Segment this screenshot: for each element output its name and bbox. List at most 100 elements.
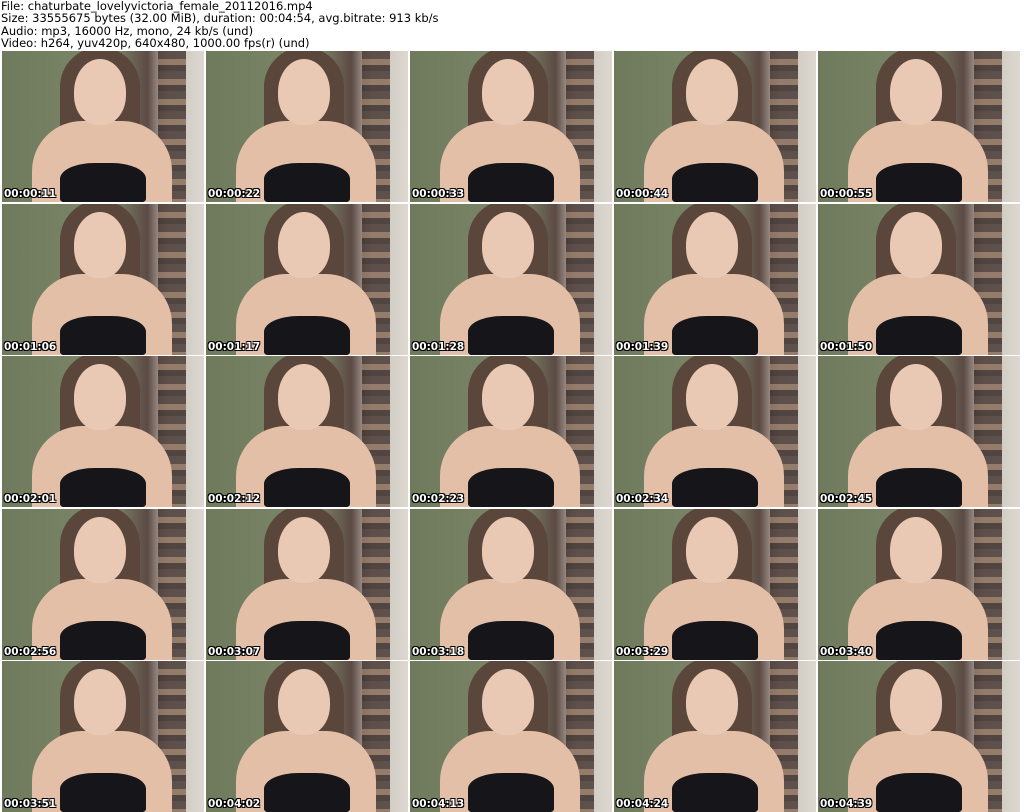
clothing [468,315,554,355]
thumbnail-grid: 00:00:11 00:00:22 00:00:33 00:00:44 00:00:55… [2,51,1020,812]
frame-timestamp: 00:00:22 [208,188,261,200]
frame-timestamp: 00:04:13 [412,798,465,810]
clothing [264,468,350,507]
frame-timestamp: 00:03:51 [4,798,57,810]
face [686,669,738,735]
video-frame-thumbnail: 00:00:44 [614,51,816,202]
clothing [468,773,554,812]
video-frame-thumbnail: 00:04:13 [410,661,612,812]
frame-timestamp: 00:01:17 [208,340,261,353]
video-frame-thumbnail: 00:03:51 [2,661,204,812]
video-frame-thumbnail: 00:02:45 [818,356,1020,507]
video-frame-thumbnail: 00:01:28 [410,203,612,355]
face [74,364,126,430]
clothing [264,315,350,355]
video-frame-thumbnail: 00:02:01 [2,356,204,507]
face [74,516,126,583]
face [278,211,330,278]
clothing [876,620,962,660]
face [686,59,738,125]
clothing [60,468,146,507]
face [74,59,126,125]
video-frame-thumbnail: 00:01:17 [206,203,408,355]
video-frame-thumbnail: 00:03:18 [410,508,612,660]
clothing [672,620,758,660]
frame-timestamp: 00:01:50 [820,340,873,353]
frame-timestamp: 00:00:11 [4,188,57,200]
clothing [876,163,962,202]
video-frame-thumbnail: 00:04:39 [818,661,1020,812]
face [686,211,738,278]
video-frame-thumbnail: 00:00:22 [206,51,408,202]
face [686,516,738,583]
frame-timestamp: 00:00:33 [412,188,465,200]
video-frame-thumbnail: 00:03:29 [614,508,816,660]
clothing [672,773,758,812]
video-frame-thumbnail: 00:03:40 [818,508,1020,660]
frame-timestamp: 00:03:29 [616,645,669,658]
clothing [468,620,554,660]
frame-timestamp: 00:02:56 [4,645,57,658]
face [482,669,534,735]
face [278,364,330,430]
clothing [672,468,758,507]
clothing [468,468,554,507]
face [890,211,942,278]
frame-timestamp: 00:00:55 [820,188,873,200]
frame-timestamp: 00:03:40 [820,645,873,658]
face [890,669,942,735]
video-frame-thumbnail: 00:01:39 [614,203,816,355]
face [482,59,534,125]
frame-timestamp: 00:04:39 [820,798,873,810]
frame-timestamp: 00:02:34 [616,493,669,505]
clothing [264,163,350,202]
frame-timestamp: 00:03:18 [412,645,465,658]
video-frame-thumbnail: 00:04:02 [206,661,408,812]
video-frame-thumbnail: 00:01:50 [818,203,1020,355]
clothing [60,315,146,355]
video-frame-thumbnail: 00:02:34 [614,356,816,507]
face [890,364,942,430]
face [890,59,942,125]
face [74,211,126,278]
clothing [876,773,962,812]
video-frame-thumbnail: 00:00:11 [2,51,204,202]
video-frame-thumbnail: 00:01:06 [2,203,204,355]
video-frame-thumbnail: 00:02:23 [410,356,612,507]
face [74,669,126,735]
face [278,669,330,735]
file-info: File: chaturbate_lovelyvictoria_female_2… [1,0,439,49]
video-frame-thumbnail: 00:02:56 [2,508,204,660]
frame-timestamp: 00:02:45 [820,493,873,505]
clothing [672,315,758,355]
face [278,516,330,583]
clothing [876,315,962,355]
clothing [60,773,146,812]
clothing [468,163,554,202]
clothing [60,620,146,660]
frame-timestamp: 00:01:28 [412,340,465,353]
face [482,211,534,278]
frame-timestamp: 00:01:39 [616,340,669,353]
video-frame-thumbnail: 00:04:24 [614,661,816,812]
clothing [672,163,758,202]
video-frame-thumbnail: 00:00:33 [410,51,612,202]
frame-timestamp: 00:02:12 [208,493,261,505]
face [686,364,738,430]
frame-timestamp: 00:00:44 [616,188,669,200]
face [482,516,534,583]
face [890,516,942,583]
video-frame-thumbnail: 00:00:55 [818,51,1020,202]
clothing [264,773,350,812]
clothing [264,620,350,660]
video-frame-thumbnail: 00:03:07 [206,508,408,660]
frame-timestamp: 00:02:23 [412,493,465,505]
frame-timestamp: 00:02:01 [4,493,57,505]
video-frame-thumbnail: 00:02:12 [206,356,408,507]
clothing [876,468,962,507]
face [482,364,534,430]
frame-timestamp: 00:04:02 [208,798,261,810]
frame-timestamp: 00:04:24 [616,798,669,810]
video-info: Video: h264, yuv420p, 640x480, 1000.00 f… [1,35,310,50]
frame-timestamp: 00:01:06 [4,340,57,353]
